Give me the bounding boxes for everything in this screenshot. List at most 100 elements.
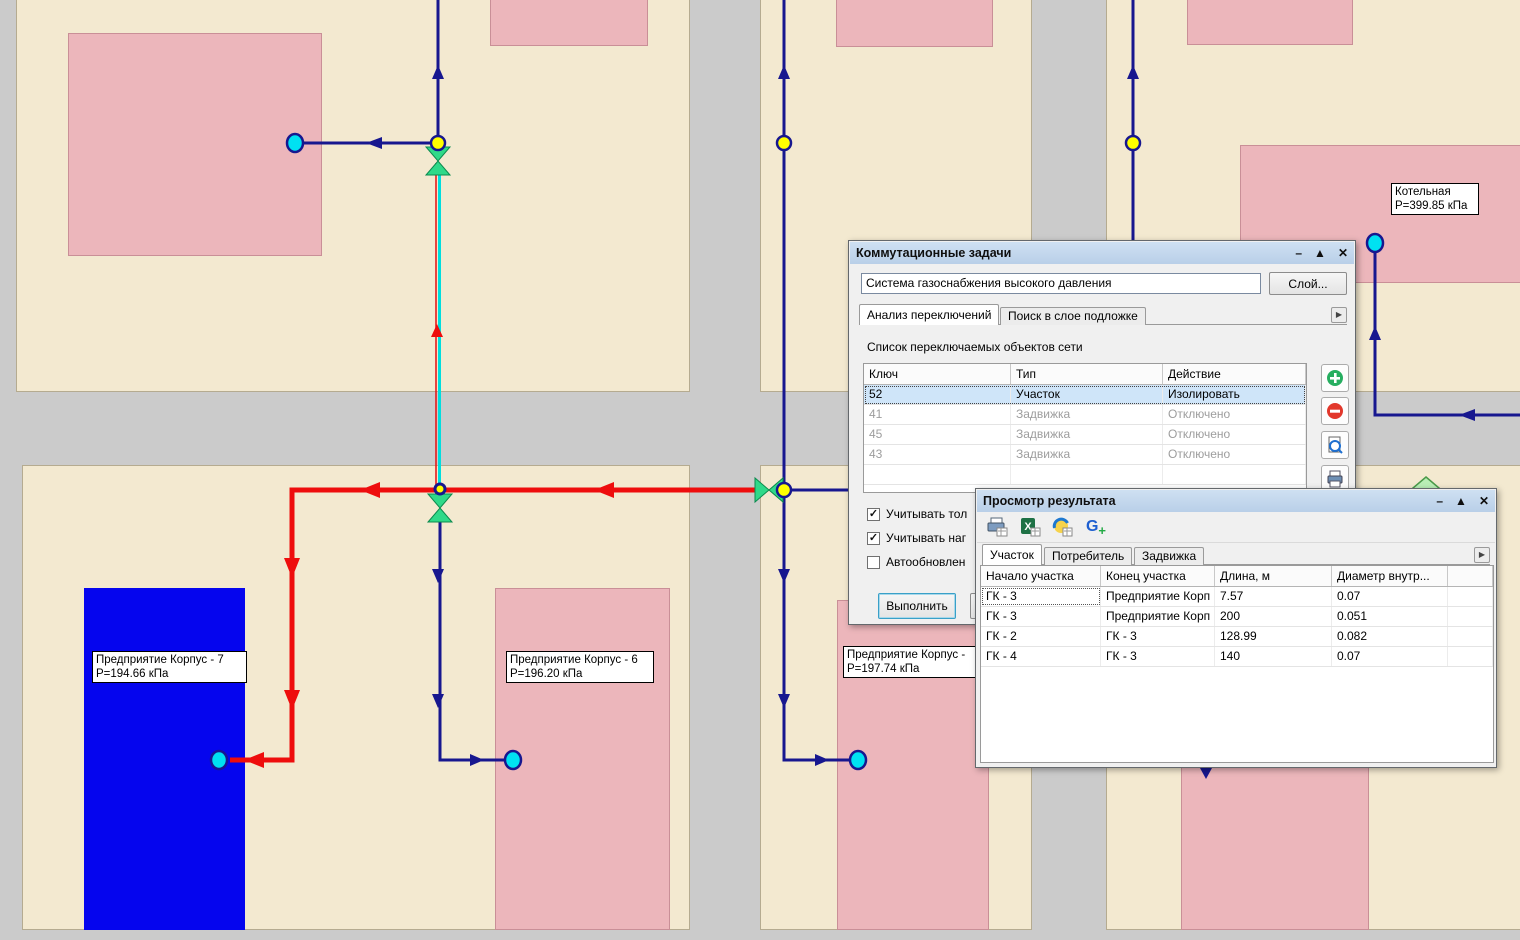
cell[interactable]: 7.57 xyxy=(1215,587,1332,606)
col-diameter[interactable]: Диаметр внутр... xyxy=(1332,566,1448,586)
checkbox[interactable] xyxy=(867,556,880,569)
layer-button[interactable]: Слой... xyxy=(1269,272,1347,295)
checkbox[interactable]: ✓ xyxy=(867,532,880,545)
consumer-node-korpus-7[interactable] xyxy=(211,751,227,769)
junction-node[interactable] xyxy=(777,483,791,497)
tab-valve[interactable]: Задвижка xyxy=(1134,547,1204,565)
pipe[interactable] xyxy=(440,517,506,760)
table-row[interactable]: 43 Задвижка Отключено xyxy=(864,445,1306,465)
table-row-empty xyxy=(864,465,1306,485)
minimize-icon[interactable]: – xyxy=(1436,495,1443,507)
cell-type[interactable]: Задвижка xyxy=(1011,405,1163,424)
cell-key[interactable]: 43 xyxy=(864,445,1011,464)
table-row[interactable]: ГК - 4 ГК - 3 140 0.07 xyxy=(981,647,1493,667)
cell[interactable]: ГК - 4 xyxy=(981,647,1101,666)
valve-icon[interactable] xyxy=(428,494,452,508)
add-graph-button[interactable]: G + xyxy=(1084,516,1108,538)
print-report-button[interactable] xyxy=(985,516,1009,538)
cell-key[interactable]: 52 xyxy=(864,385,1011,404)
cell[interactable]: ГК - 2 xyxy=(981,627,1101,646)
cell[interactable]: Предприятие Корп xyxy=(1101,607,1215,626)
export-excel-button[interactable]: X xyxy=(1018,516,1042,538)
cell-action[interactable]: Отключено xyxy=(1163,405,1306,424)
cell[interactable]: 0.082 xyxy=(1332,627,1448,646)
switch-objects-table: Ключ Тип Действие 52 Участок Изолировать… xyxy=(863,363,1307,493)
close-icon[interactable]: ✕ xyxy=(1338,247,1348,259)
cell-action[interactable]: Отключено xyxy=(1163,445,1306,464)
source-node-boiler[interactable] xyxy=(1367,234,1383,252)
checkbox-row[interactable]: ✓ Учитывать тол xyxy=(867,507,967,521)
col-length[interactable]: Длина, м xyxy=(1215,566,1332,586)
html-report-button[interactable] xyxy=(1051,516,1075,538)
cell-key[interactable]: 41 xyxy=(864,405,1011,424)
junction-node[interactable] xyxy=(1126,136,1140,150)
pipe[interactable] xyxy=(784,494,851,760)
map-label-korpus-7: Предприятие Корпус - 7 Р=194.66 кПа xyxy=(92,651,247,683)
close-icon[interactable]: ✕ xyxy=(1479,495,1489,507)
col-segment-end[interactable]: Конец участка xyxy=(1101,566,1215,586)
valve-icon[interactable] xyxy=(428,508,452,522)
cell[interactable]: 0.07 xyxy=(1332,647,1448,666)
tab-underlay-search[interactable]: Поиск в слое подложке xyxy=(1000,307,1146,325)
execute-button[interactable]: Выполнить xyxy=(878,593,956,619)
label-line: Р=194.66 кПа xyxy=(96,667,243,681)
col-type[interactable]: Тип xyxy=(1011,364,1163,384)
cell[interactable]: 200 xyxy=(1215,607,1332,626)
window-titlebar[interactable]: Просмотр результата – ▲ ✕ xyxy=(977,490,1495,512)
checkbox-row[interactable]: ✓ Учитывать наг xyxy=(867,531,966,545)
cell[interactable]: ГК - 3 xyxy=(1101,647,1215,666)
layer-name-field[interactable]: Система газоснабжения высокого давления xyxy=(861,273,1261,294)
consumer-node[interactable] xyxy=(287,134,303,152)
table-row[interactable]: 41 Задвижка Отключено xyxy=(864,405,1306,425)
pipe[interactable] xyxy=(1375,250,1520,415)
col-key[interactable]: Ключ xyxy=(864,364,1011,384)
cell[interactable]: ГК - 3 xyxy=(981,607,1101,626)
maximize-icon[interactable]: ▲ xyxy=(1455,495,1467,507)
consumer-node-korpus-6[interactable] xyxy=(505,751,521,769)
cell[interactable]: ГК - 3 xyxy=(1101,627,1215,646)
cell[interactable]: 140 xyxy=(1215,647,1332,666)
junction-node[interactable] xyxy=(777,136,791,150)
tab-switch-analysis[interactable]: Анализ переключений xyxy=(859,304,999,325)
col-segment-start[interactable]: Начало участка xyxy=(981,566,1101,586)
add-button[interactable] xyxy=(1321,364,1349,392)
label-line: Р=197.74 кПа xyxy=(847,662,973,676)
cell-action[interactable]: Отключено xyxy=(1163,425,1306,444)
table-row[interactable]: ГК - 3 Предприятие Корп 7.57 0.07 xyxy=(981,587,1493,607)
consumer-node-korpus-5[interactable] xyxy=(850,751,866,769)
cell-type[interactable]: Задвижка xyxy=(1011,425,1163,444)
preview-button[interactable] xyxy=(1321,431,1349,459)
table-row[interactable]: ГК - 3 Предприятие Корп 200 0.051 xyxy=(981,607,1493,627)
tab-segment[interactable]: Участок xyxy=(982,544,1042,565)
remove-button[interactable] xyxy=(1321,397,1349,425)
cell[interactable]: ГК - 3 xyxy=(981,587,1101,606)
table-row[interactable]: 52 Участок Изолировать xyxy=(864,385,1306,405)
disconnected-path[interactable] xyxy=(230,490,760,760)
checkbox-row[interactable]: Автообновлен xyxy=(867,555,965,569)
tab-consumer[interactable]: Потребитель xyxy=(1044,547,1132,565)
tab-scroll-right-icon[interactable]: ▶ xyxy=(1474,547,1490,563)
cell[interactable]: Предприятие Корп xyxy=(1101,587,1215,606)
table-header[interactable]: Начало участка Конец участка Длина, м Ди… xyxy=(981,566,1493,587)
table-row[interactable]: ГК - 2 ГК - 3 128.99 0.082 xyxy=(981,627,1493,647)
junction-node[interactable] xyxy=(431,136,445,150)
maximize-icon[interactable]: ▲ xyxy=(1314,247,1326,259)
checkbox[interactable]: ✓ xyxy=(867,508,880,521)
cell-key[interactable]: 45 xyxy=(864,425,1011,444)
cell-type[interactable]: Задвижка xyxy=(1011,445,1163,464)
cell[interactable]: 0.07 xyxy=(1332,587,1448,606)
window-titlebar[interactable]: Коммутационные задачи – ▲ ✕ xyxy=(850,242,1354,264)
cell-action[interactable]: Изолировать xyxy=(1163,385,1306,404)
minimize-icon[interactable]: – xyxy=(1295,247,1302,259)
col-action[interactable]: Действие xyxy=(1163,364,1306,384)
junction-node[interactable] xyxy=(435,484,445,494)
table-header[interactable]: Ключ Тип Действие xyxy=(864,364,1306,385)
preview-document-icon xyxy=(1326,436,1344,454)
valve-icon[interactable] xyxy=(755,478,769,502)
cell[interactable]: 128.99 xyxy=(1215,627,1332,646)
table-row[interactable]: 45 Задвижка Отключено xyxy=(864,425,1306,445)
tab-scroll-right-icon[interactable]: ▶ xyxy=(1331,307,1347,323)
valve-icon[interactable] xyxy=(426,161,450,175)
cell-type[interactable]: Участок xyxy=(1011,385,1163,404)
cell[interactable]: 0.051 xyxy=(1332,607,1448,626)
